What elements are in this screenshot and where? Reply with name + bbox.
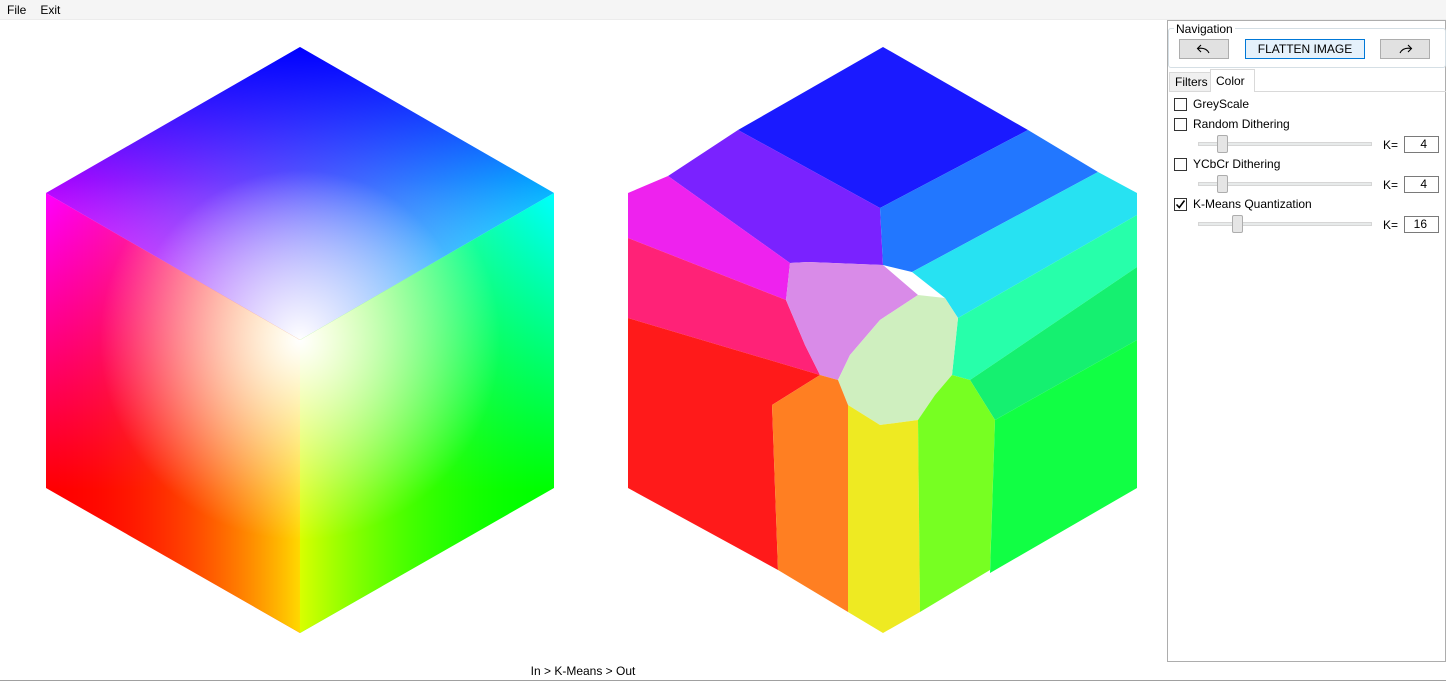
kmeans-slider[interactable]: [1198, 215, 1372, 233]
pipeline-status: In > K-Means > Out: [530, 664, 636, 678]
random-dithering-k-input[interactable]: 4: [1404, 136, 1439, 153]
ycbcr-dithering-slider[interactable]: [1198, 175, 1372, 193]
tab-filters[interactable]: Filters: [1169, 72, 1211, 92]
greyscale-option[interactable]: GreyScale: [1174, 96, 1249, 112]
menu-bar: File Exit: [0, 0, 1446, 20]
ycbcr-dithering-option[interactable]: YCbCr Dithering: [1174, 156, 1280, 172]
menu-exit[interactable]: Exit: [33, 0, 67, 20]
ycbcr-dithering-label: YCbCr Dithering: [1193, 157, 1281, 171]
navigation-legend: Navigation: [1174, 22, 1235, 36]
input-image: [46, 47, 554, 633]
kmeans-k-label: K=: [1383, 218, 1399, 232]
checkmark-icon: [1175, 199, 1186, 209]
slider-track: [1198, 222, 1372, 226]
greyscale-label: GreyScale: [1193, 97, 1250, 111]
random-dithering-label: Random Dithering: [1193, 117, 1290, 131]
tab-color[interactable]: Color: [1210, 69, 1255, 92]
ycbcr-dithering-k-input[interactable]: 4: [1404, 176, 1439, 193]
undo-button[interactable]: [1179, 39, 1229, 59]
redo-button[interactable]: [1380, 39, 1430, 59]
ycbcr-dithering-k-label: K=: [1383, 178, 1399, 192]
random-dithering-checkbox[interactable]: [1174, 117, 1187, 131]
output-image: [628, 47, 1137, 633]
slider-thumb[interactable]: [1217, 135, 1228, 153]
random-dithering-k-label: K=: [1383, 138, 1399, 152]
slider-thumb[interactable]: [1217, 175, 1228, 193]
slider-thumb[interactable]: [1232, 215, 1243, 233]
ycbcr-dithering-checkbox[interactable]: [1174, 157, 1187, 171]
redo-arrow-icon: [1399, 44, 1413, 54]
flatten-image-button[interactable]: FLATTEN IMAGE: [1245, 39, 1365, 59]
kmeans-checkbox[interactable]: [1174, 197, 1187, 211]
kmeans-k-input[interactable]: 16: [1404, 216, 1439, 233]
bottom-divider: [0, 680, 1446, 681]
random-dithering-slider[interactable]: [1198, 135, 1372, 153]
kmeans-label: K-Means Quantization: [1193, 197, 1312, 211]
menu-file[interactable]: File: [0, 0, 33, 20]
kmeans-option[interactable]: K-Means Quantization: [1174, 196, 1312, 212]
random-dithering-option[interactable]: Random Dithering: [1174, 116, 1290, 132]
greyscale-checkbox[interactable]: [1174, 97, 1187, 111]
undo-arrow-icon: [1196, 44, 1210, 54]
